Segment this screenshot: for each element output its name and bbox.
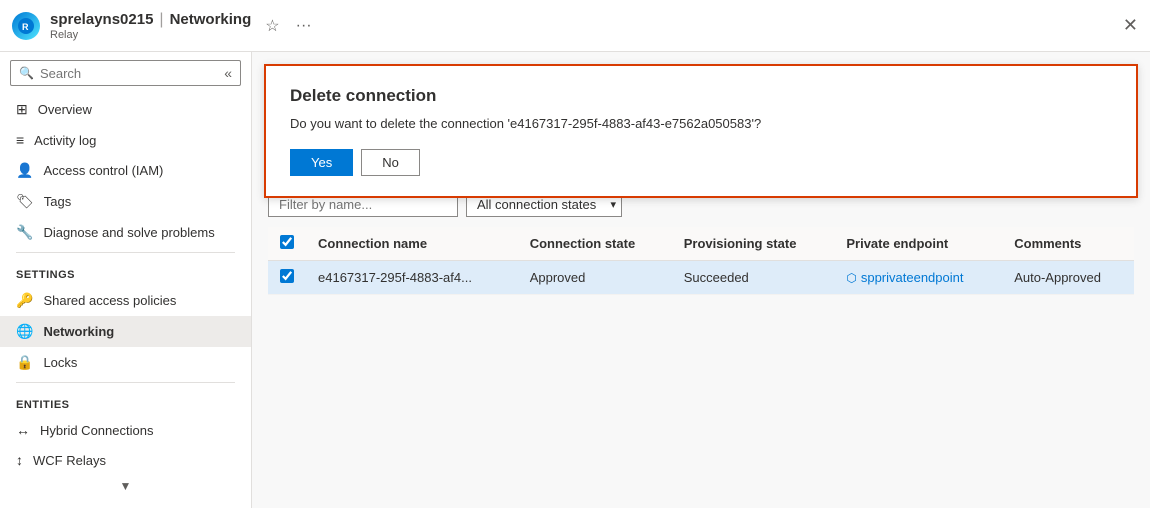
yes-button[interactable]: Yes [290,149,353,176]
hybrid-connections-label: Hybrid Connections [40,423,153,438]
activity-log-icon: ≡ [16,132,24,148]
overview-label: Overview [38,102,92,117]
wcf-relays-icon: ↕ [16,452,23,468]
hybrid-connections-icon: ↔ [16,422,30,438]
table-row[interactable]: e4167317-295f-4883-af4... Approved Succe… [268,261,1134,295]
connections-table: Connection name Connection state Provisi… [268,227,1134,295]
entities-section-label: Entities [0,387,251,415]
row-connection-state: Approved [518,261,672,295]
row-checkbox-cell[interactable] [268,261,306,295]
locks-label: Locks [43,355,77,370]
search-bar[interactable]: 🔍 « [10,60,241,86]
entities-divider [16,382,235,383]
tags-label: Tags [44,194,71,209]
table-body: e4167317-295f-4883-af4... Approved Succe… [268,261,1134,295]
title-actions: ☆ ··· [261,14,315,38]
row-connection-name: e4167317-295f-4883-af4... [306,261,518,295]
row-provisioning-state: Succeeded [672,261,835,295]
sidebar-item-networking[interactable]: 🌐 Networking [0,316,251,347]
wcf-relays-label: WCF Relays [33,453,106,468]
sidebar-item-diagnose[interactable]: 🔧 Diagnose and solve problems [0,217,251,248]
sidebar: 🔍 « ⊞ Overview ≡ Activity log 👤 Access c… [0,52,252,508]
tags-icon: 🏷 [16,193,34,210]
resource-icon: R [12,12,40,40]
scroll-down-arrow: ▼ [0,475,251,497]
sidebar-item-overview[interactable]: ⊞ Overview [0,94,251,125]
page-name: Networking [170,11,252,28]
sidebar-item-hybrid-connections[interactable]: ↔ Hybrid Connections [0,415,251,445]
sidebar-item-locks[interactable]: 🔒 Locks [0,347,251,378]
title-bar: R sprelayns0215 | Networking Relay ☆ ···… [0,0,1150,52]
locks-icon: 🔒 [16,354,33,371]
sidebar-item-tags[interactable]: 🏷 Tags [0,186,251,217]
overview-icon: ⊞ [16,101,28,118]
star-button[interactable]: ☆ [261,14,283,38]
activity-log-label: Activity log [34,133,96,148]
svg-text:R: R [22,22,29,32]
close-button[interactable]: ✕ [1123,15,1138,36]
row-checkbox[interactable] [280,269,294,283]
no-button[interactable]: No [361,149,420,176]
th-comments: Comments [1002,227,1134,261]
title-bar-text-wrap: sprelayns0215 | Networking Relay [50,11,251,41]
th-connection-state: Connection state [518,227,672,261]
sidebar-item-access-control[interactable]: 👤 Access control (IAM) [0,155,251,186]
networking-icon: 🌐 [16,323,33,340]
select-all-checkbox-th[interactable] [268,227,306,261]
networking-label: Networking [43,324,114,339]
sidebar-item-shared-access[interactable]: 🔑 Shared access policies [0,285,251,316]
shared-access-icon: 🔑 [16,292,33,309]
th-private-endpoint: Private endpoint [834,227,1002,261]
select-all-checkbox[interactable] [280,235,294,249]
th-connection-name: Connection name [306,227,518,261]
settings-section-label: Settings [0,257,251,285]
endpoint-link[interactable]: ⬡ spprivateendpoint [846,270,990,285]
table-header-row: Connection name Connection state Provisi… [268,227,1134,261]
search-input[interactable] [40,66,224,81]
dialog-message: Do you want to delete the connection 'e4… [290,116,1112,131]
row-private-endpoint[interactable]: ⬡ spprivateendpoint [834,261,1002,295]
more-button[interactable]: ··· [292,14,316,38]
th-provisioning-state: Provisioning state [672,227,835,261]
sidebar-item-activity-log[interactable]: ≡ Activity log [0,125,251,155]
dialog-title: Delete connection [290,86,1112,106]
diagnose-label: Diagnose and solve problems [43,225,214,240]
resource-name: sprelayns0215 [50,11,153,28]
resource-type: Relay [50,29,251,41]
diagnose-icon: 🔧 [16,224,33,241]
settings-divider [16,252,235,253]
title-separator: | [159,11,163,29]
content-area: Delete connection Do you want to delete … [252,52,1150,508]
row-comments: Auto-Approved [1002,261,1134,295]
iam-icon: 👤 [16,162,33,179]
dialog-buttons: Yes No [290,149,1112,176]
shared-access-label: Shared access policies [43,293,176,308]
sidebar-item-wcf-relays[interactable]: ↕ WCF Relays [0,445,251,475]
access-control-label: Access control (IAM) [43,163,163,178]
search-icon: 🔍 [19,66,34,80]
table-header: Connection name Connection state Provisi… [268,227,1134,261]
collapse-icon[interactable]: « [224,65,232,81]
endpoint-icon: ⬡ [846,271,856,285]
delete-dialog: Delete connection Do you want to delete … [264,64,1138,198]
